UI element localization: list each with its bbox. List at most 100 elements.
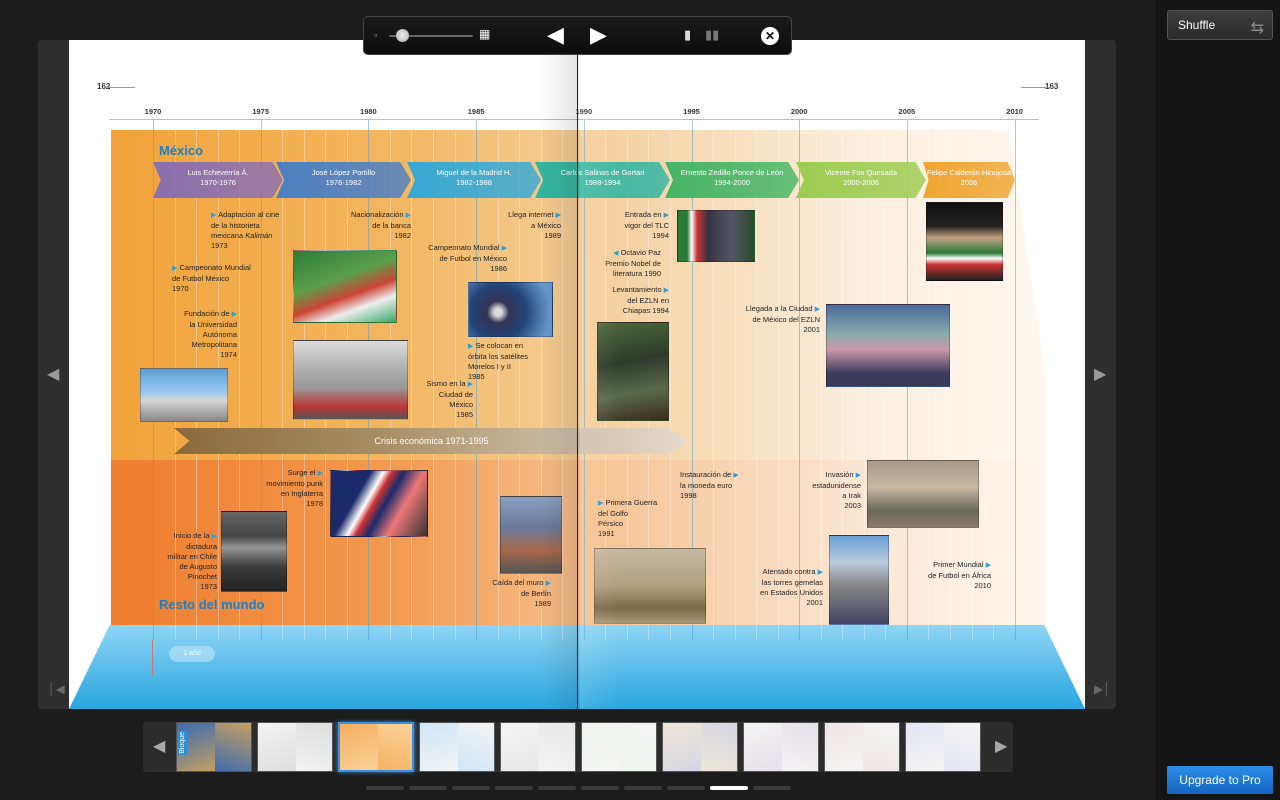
thumbnail-right-page [620,723,656,771]
president-band: Luis Echeverría Á. 1970-1976 [153,162,283,198]
page-thumbnail[interactable] [500,722,576,772]
gutter-shadow [539,40,619,709]
event-kaliman: ▶ Adaptación al cine de la historieta me… [211,210,280,250]
zoom-out-icon: ▫ [374,30,378,40]
photo-pinochet [221,511,287,592]
thumbnail-block-label: Bloque [178,731,187,755]
sidebar: Shuffle ⇆ Upgrade to Pro [1156,0,1280,800]
first-page-button[interactable]: │◀ [48,682,65,696]
close-icon: ✕ [764,29,776,43]
page-thumbnail[interactable] [743,722,819,772]
photo-uam [140,368,228,422]
page-indicator[interactable] [366,786,404,790]
page-thumbnail[interactable]: Bloque [176,722,252,772]
chevron-left-icon: ◀ [47,366,60,383]
thumbnail-left-page [663,723,701,771]
president-years: 1982-1988 [456,178,492,187]
last-page-button[interactable]: ▶│ [1094,682,1111,696]
year-label: 1985 [467,107,485,116]
minor-gridline [734,130,736,640]
minor-gridline [756,130,758,640]
scale-marker [152,640,153,676]
scale-legend: 1 año [169,646,215,662]
chevron-right-icon: ▶ [995,738,1008,755]
prev-page-button[interactable]: ◀ [47,364,59,384]
year-label: 1995 [683,107,700,116]
page-thumbnail[interactable] [905,722,981,772]
thumbnail-right-page [458,723,494,771]
page-indicator[interactable] [710,786,748,790]
page-thumbnail[interactable] [662,722,738,772]
thumbnail-right-page [539,723,575,771]
close-button[interactable]: ✕ [761,27,779,45]
page-thumbnail[interactable] [824,722,900,772]
photo-mundial-86 [293,250,397,323]
event-ezln-2001: Llegada a la Ciudad ▶ de México del EZLN… [745,304,820,334]
president-name: Luis Echeverría Á. [187,168,249,177]
page-indicator[interactable] [409,786,447,790]
photo-torres-gemelas [829,535,889,625]
shuffle-button[interactable]: Shuffle ⇆ [1167,10,1273,40]
year-label: 1970 [144,107,162,116]
page-indicator[interactable] [452,786,490,790]
president-name: José López Portillo [311,168,376,177]
photo-punk [330,470,428,537]
zoom-slider[interactable] [395,29,409,42]
event-mundial-1970: ▶ Campeonato Mundial de Futbol México 19… [172,263,251,293]
president-name: Vicente Fox Quesada [825,168,897,177]
minor-gridline [777,130,779,640]
last-page-icon: ▶│ [1094,682,1111,696]
next-button[interactable]: ▶ [590,22,607,48]
upgrade-button[interactable]: Upgrade to Pro [1167,766,1273,794]
page-thumbnail[interactable] [581,722,657,772]
single-page-button[interactable]: ▮ [684,27,691,43]
president-band: Miguel de la Madrid H. 1982-1988 [407,162,541,198]
gutter [577,40,578,709]
photo-irak [867,460,979,528]
grid-view-button[interactable]: ▦ [479,27,490,41]
page-indicator[interactable] [495,786,533,790]
president-years: 1976-1982 [325,178,362,187]
president-name: Ernesto Zedillo Ponce de León [680,168,784,177]
thumbnail-left-page [906,723,944,771]
page-spread: 162 163 19701975198019851990199520002005… [69,40,1085,709]
president-years: 1994-2000 [714,178,750,187]
page-indicator[interactable] [667,786,705,790]
thumbnail-left-page [744,723,782,771]
page-indicator[interactable] [581,786,619,790]
prev-button[interactable]: ◀ [547,22,564,48]
event-sismo: Sismo en la ▶ Ciudad de México 1985 [426,379,473,419]
president-band: José López Portillo 1976-1982 [276,162,411,198]
page-thumbnail[interactable] [338,722,414,772]
thumbs-prev-button[interactable]: ◀ [153,736,165,756]
thumbnail-left-page [258,723,296,771]
page-indicator[interactable] [753,786,791,790]
page-indicator[interactable] [538,786,576,790]
next-page-button[interactable]: ▶ [1094,364,1106,384]
thumbs-next-button[interactable]: ▶ [995,736,1007,756]
year-label: 1975 [252,107,270,116]
president-years: 1970-1976 [200,178,236,187]
page-thumbnail[interactable] [257,722,333,772]
photo-tlc [677,210,755,262]
thumbnail-left-page [582,723,620,771]
double-page-button[interactable]: ▮▮ [705,27,719,43]
reader-stage: ◀ ▶ │◀ ▶│ 162 163 1970197519801985199019… [0,0,1156,800]
photo-ezln-2001 [826,304,950,387]
president-band: Ernesto Zedillo Ponce de León 1994-2000 [665,162,799,198]
president-band: Vicente Fox Quesada 2000-2006 [796,162,926,198]
shuffle-icon: ⇆ [1250,20,1264,37]
event-atentado: Atentado contra ▶ las torres gemelas en … [760,567,823,607]
event-banca: Nacionalización ▶ de la banca 1982 [350,210,411,240]
event-mundial-1986: Campeonato Mundial ▶ de Futbol en México… [428,243,507,273]
page-indicator[interactable] [624,786,662,790]
first-page-icon: │◀ [48,682,65,696]
thumbnail-strip: ◀ ▶ Bloque [143,722,1013,772]
president-years: 2006 [960,178,978,187]
thumbnail-right-page [944,723,980,771]
page-thumbnail[interactable] [419,722,495,772]
thumbnail-right-page [782,723,818,771]
year-label: 2000 [790,107,808,116]
year-label: 2005 [898,107,916,116]
page-number-rule [105,87,135,88]
